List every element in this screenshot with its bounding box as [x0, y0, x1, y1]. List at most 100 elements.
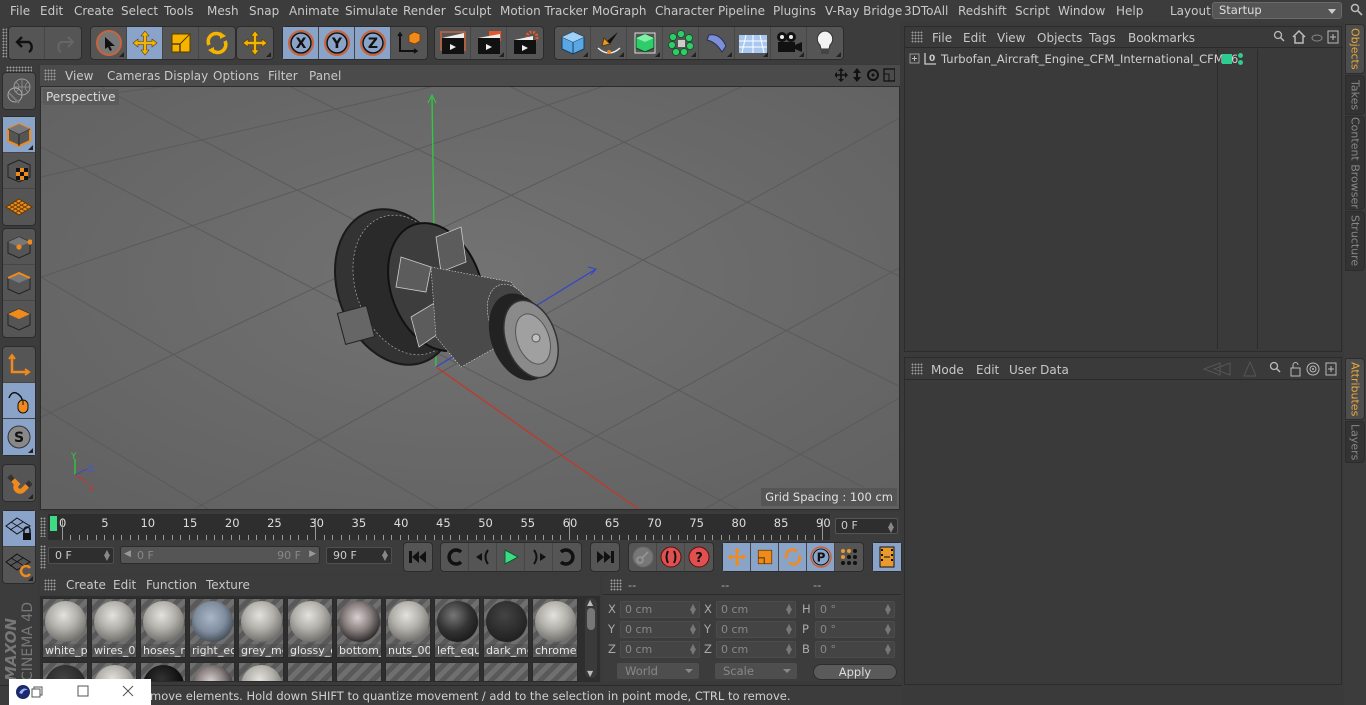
edges-mode-button[interactable]	[3, 265, 35, 301]
editor-visibility-dot[interactable]	[1238, 53, 1243, 58]
render-to-picture-viewer-button[interactable]	[471, 27, 507, 59]
tab-takes[interactable]: Takes	[1345, 75, 1365, 115]
pan-view-icon[interactable]	[835, 68, 848, 82]
key-rotation-button[interactable]	[779, 543, 807, 571]
scroll-down-icon[interactable]: ▼	[587, 669, 593, 678]
material-swatch[interactable]: hoses_r	[140, 598, 186, 658]
range-right-arrow-icon[interactable]: ▶	[309, 549, 316, 559]
menu-create[interactable]: Create	[74, 4, 114, 18]
material-swatch[interactable]: grey_me	[238, 598, 284, 658]
menu-mograph[interactable]: MoGraph	[592, 4, 647, 18]
menu-tools[interactable]: Tools	[164, 4, 194, 18]
move-tool-button[interactable]	[127, 27, 163, 59]
material-swatch[interactable]: right_ec	[189, 598, 235, 658]
key-pla-button[interactable]	[835, 543, 863, 571]
camera-button[interactable]	[771, 27, 807, 59]
coordinate-field[interactable]: 0 cm ▲ ▼	[716, 641, 796, 658]
cube-button[interactable]	[555, 27, 591, 59]
scale-tool-button[interactable]	[163, 27, 199, 59]
deformer-button[interactable]	[699, 27, 735, 59]
viewport-menu-cameras[interactable]: Cameras	[107, 69, 160, 83]
key-scale-button[interactable]	[751, 543, 779, 571]
spinner-icon[interactable]: ▲ ▼	[690, 603, 696, 616]
menu-file[interactable]: File	[10, 4, 30, 18]
restore-icon[interactable]	[31, 686, 43, 698]
search-icon[interactable]	[1273, 30, 1285, 42]
viewport-menu-options[interactable]: Options	[213, 69, 259, 83]
toolbar-grip[interactable]	[2, 28, 7, 58]
play-forward-button[interactable]	[497, 543, 525, 571]
coordinate-field[interactable]: 0 ° ▲ ▼	[815, 641, 895, 658]
material-swatch[interactable]	[189, 662, 235, 682]
range-left-arrow-icon[interactable]: ◀	[124, 549, 131, 559]
timeline-ruler[interactable]: 051015202530354045505560657075808590	[48, 514, 831, 540]
menu-select[interactable]: Select	[121, 4, 158, 18]
material-swatch[interactable]: dark_me	[483, 598, 529, 658]
menu-help[interactable]: Help	[1116, 4, 1143, 18]
new-window-icon[interactable]	[1325, 362, 1337, 376]
light-button[interactable]	[807, 27, 843, 59]
playhead[interactable]	[50, 516, 57, 531]
go-to-start-button[interactable]	[404, 543, 432, 571]
menu-render[interactable]: Render	[403, 4, 446, 18]
spinner-icon[interactable]: ▲ ▼	[786, 603, 792, 616]
expand-icon[interactable]	[909, 53, 921, 65]
last-tool-button[interactable]	[237, 27, 273, 59]
spinner-icon[interactable]: ▲ ▼	[786, 643, 792, 656]
material-swatch[interactable]: bottom_	[336, 598, 382, 658]
menu-edit[interactable]: Edit	[40, 4, 63, 18]
subdivision-surface-button[interactable]	[627, 27, 663, 59]
menu-script[interactable]: Script	[1015, 4, 1050, 18]
axis-mode-button[interactable]	[3, 347, 35, 383]
viewport-menu-display[interactable]: Display	[164, 69, 208, 83]
coordinate-field[interactable]: 0 ° ▲ ▼	[815, 601, 895, 618]
motion-record-button[interactable]	[629, 543, 657, 571]
object-menu-bookmarks[interactable]: Bookmarks	[1128, 31, 1195, 45]
toggle-layout-icon[interactable]	[883, 68, 895, 82]
cloner-button[interactable]	[663, 27, 699, 59]
menu-plugins[interactable]: Plugins	[773, 4, 816, 18]
next-frame-button[interactable]	[525, 543, 553, 571]
material-scrollbar[interactable]: ▲ ▼	[585, 598, 597, 678]
previous-key-button[interactable]	[441, 543, 469, 571]
material-menu-function[interactable]: Function	[146, 578, 197, 592]
object-menu-tags[interactable]: Tags	[1089, 31, 1116, 45]
coordinate-field[interactable]: 0 ° ▲ ▼	[815, 621, 895, 638]
workplane-mode-button[interactable]	[3, 189, 35, 225]
start-frame-field[interactable]: 0 F ▲ ▼	[48, 547, 114, 564]
solo-mode-button[interactable]: S	[3, 419, 35, 455]
go-to-end-button[interactable]	[591, 543, 619, 571]
close-icon[interactable]	[122, 685, 134, 697]
coordinate-mode-dropdown[interactable]: Scale	[715, 663, 797, 679]
material-menu-create[interactable]: Create	[66, 578, 106, 592]
spinner-icon[interactable]: ▲ ▼	[885, 603, 891, 616]
polygons-mode-button[interactable]	[3, 301, 35, 337]
tab-objects[interactable]: Objects	[1345, 24, 1365, 74]
z-axis-lock-button[interactable]: Z	[355, 27, 391, 59]
object-manager-grip[interactable]	[911, 31, 923, 43]
floor-button[interactable]	[735, 27, 771, 59]
object-menu-file[interactable]: File	[932, 31, 952, 45]
menu-sculpt[interactable]: Sculpt	[454, 4, 491, 18]
menu-pipeline[interactable]: Pipeline	[718, 4, 765, 18]
coordinate-field[interactable]: 0 cm ▲ ▼	[716, 601, 796, 618]
up-arrow-icon[interactable]	[1243, 361, 1257, 377]
material-menu-texture[interactable]: Texture	[206, 578, 250, 592]
spinner-icon[interactable]: ▲ ▼	[885, 643, 891, 656]
coordinate-space-dropdown[interactable]: World	[617, 663, 699, 679]
previous-frame-button[interactable]	[469, 543, 497, 571]
menu-3dtoall[interactable]: 3DToAll	[904, 4, 948, 18]
x-axis-lock-button[interactable]: X	[283, 27, 319, 59]
zoom-view-icon[interactable]	[853, 68, 861, 82]
timeline-window-button[interactable]	[873, 543, 901, 571]
new-window-icon[interactable]	[1327, 30, 1339, 44]
search-icon[interactable]	[1350, 3, 1364, 17]
material-manager-grip[interactable]	[44, 579, 56, 591]
menu-window[interactable]: Window	[1058, 4, 1105, 18]
spinner-icon[interactable]: ▲ ▼	[690, 643, 696, 656]
transport-grip[interactable]	[40, 545, 46, 569]
rotate-view-icon[interactable]	[867, 69, 879, 81]
render-settings-button[interactable]	[507, 27, 543, 59]
spinner-icon[interactable]: ▲ ▼	[885, 623, 891, 636]
end-frame-field[interactable]: 90 F ▲ ▼	[326, 547, 392, 564]
